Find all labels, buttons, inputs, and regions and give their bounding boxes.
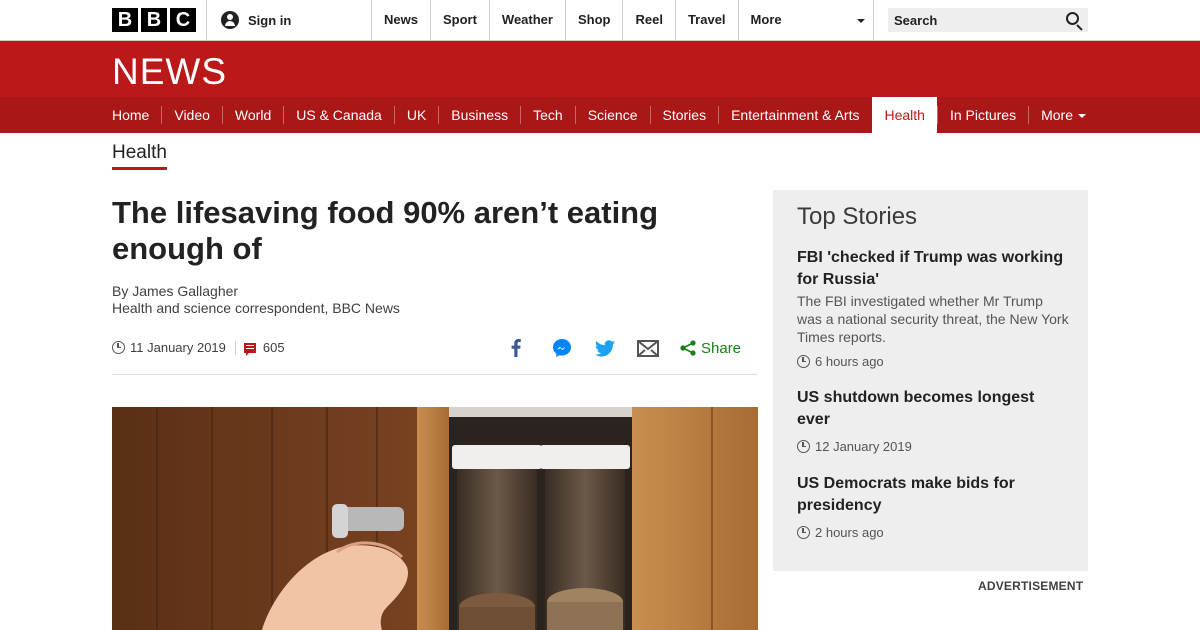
author-role: Health and science correspondent, BBC Ne… (112, 300, 400, 316)
news-logo[interactable]: NEWS (112, 51, 227, 93)
clock-icon (797, 440, 810, 453)
story-item[interactable]: US shutdown becomes longest ever 12 Janu… (797, 387, 1069, 454)
facebook-icon[interactable] (505, 336, 527, 360)
advertisement-label: ADVERTISEMENT (978, 579, 1084, 593)
topnav-reel[interactable]: Reel (622, 0, 674, 40)
comment-count[interactable]: 605 (263, 340, 285, 355)
article-headline: The lifesaving food 90% aren’t eating en… (112, 195, 659, 266)
share-label: Share (701, 339, 742, 357)
section-more-label: More (1041, 107, 1073, 123)
news-header: NEWS (0, 41, 1200, 97)
section-nav-bar: Home Video World US & Canada UK Business… (0, 97, 1200, 133)
story-headline[interactable]: FBI 'checked if Trump was working for Ru… (797, 247, 1069, 291)
section-entertainment-arts[interactable]: Entertainment & Arts (718, 106, 871, 124)
section-title[interactable]: Health (112, 142, 167, 170)
section-health[interactable]: Health (872, 97, 937, 133)
story-time-text: 2 hours ago (815, 525, 884, 540)
section-tech[interactable]: Tech (520, 106, 575, 124)
story-item[interactable]: FBI 'checked if Trump was working for Ru… (797, 247, 1069, 369)
section-video[interactable]: Video (161, 106, 222, 124)
top-nav: News Sport Weather Shop Reel Travel More (371, 0, 874, 40)
bbc-logo[interactable]: B B C (112, 8, 196, 32)
topnav-weather[interactable]: Weather (488, 0, 565, 40)
sign-in-link[interactable]: Sign in (206, 0, 372, 40)
section-more[interactable]: More (1028, 106, 1098, 124)
section-nav: Home Video World US & Canada UK Business… (112, 97, 1098, 133)
article-divider (112, 374, 758, 375)
story-time-text: 6 hours ago (815, 354, 884, 369)
topnav-sport[interactable]: Sport (429, 0, 489, 40)
topnav-more-label: More (750, 12, 782, 27)
share-tools: Share (505, 336, 741, 360)
bbc-logo-letter: B (141, 8, 167, 32)
topnav-news[interactable]: News (371, 0, 430, 40)
bbc-logo-letter: B (112, 8, 138, 32)
section-stories[interactable]: Stories (649, 106, 719, 124)
topnav-more[interactable]: More (737, 0, 874, 40)
story-headline[interactable]: US shutdown becomes longest ever (797, 387, 1069, 431)
share-icon (680, 340, 696, 356)
top-stories-title: Top Stories (797, 203, 918, 230)
section-science[interactable]: Science (574, 106, 650, 124)
sign-in-label: Sign in (248, 12, 292, 28)
section-uk[interactable]: UK (393, 106, 438, 124)
search-icon[interactable] (1066, 12, 1079, 25)
twitter-icon[interactable] (594, 336, 616, 360)
topnav-shop[interactable]: Shop (564, 0, 623, 40)
story-timestamp: 12 January 2019 (797, 439, 1069, 454)
search-box (888, 8, 1088, 32)
story-summary: The FBI investigated whether Mr Trump wa… (797, 293, 1069, 345)
section-business[interactable]: Business (438, 106, 520, 124)
story-timestamp: 2 hours ago (797, 525, 1069, 540)
article-meta: 11 January 2019 605 (112, 340, 285, 356)
section-home[interactable]: Home (112, 106, 161, 124)
top-bar: B B C Sign in News Sport Weather Shop Re… (0, 0, 1200, 41)
chevron-down-icon (1078, 114, 1086, 119)
author-name: By James Gallagher (112, 283, 239, 299)
story-time-text: 12 January 2019 (815, 439, 912, 454)
clock-icon (797, 355, 810, 368)
messenger-icon[interactable] (551, 336, 573, 360)
section-us-canada[interactable]: US & Canada (283, 106, 394, 124)
article-hero-image (112, 407, 758, 630)
email-icon[interactable] (636, 336, 660, 360)
section-in-pictures[interactable]: In Pictures (936, 106, 1028, 124)
user-icon (221, 11, 239, 29)
top-stories-panel: Top Stories FBI 'checked if Trump was wo… (773, 190, 1088, 571)
chevron-down-icon (856, 19, 865, 23)
article-date: 11 January 2019 (130, 340, 226, 355)
story-timestamp: 6 hours ago (797, 354, 1069, 369)
story-item[interactable]: US Democrats make bids for presidency 2 … (797, 473, 1069, 540)
topnav-travel[interactable]: Travel (674, 0, 738, 40)
clock-icon (112, 341, 125, 354)
section-world[interactable]: World (221, 106, 283, 124)
clock-icon (797, 526, 810, 539)
byline: By James Gallagher Health and science co… (112, 283, 400, 317)
bbc-logo-letter: C (170, 8, 196, 32)
comment-icon[interactable] (243, 342, 256, 356)
search-input[interactable] (888, 8, 1048, 32)
share-button[interactable]: Share (680, 336, 741, 360)
meta-divider (234, 340, 236, 355)
story-headline[interactable]: US Democrats make bids for presidency (797, 473, 1069, 517)
